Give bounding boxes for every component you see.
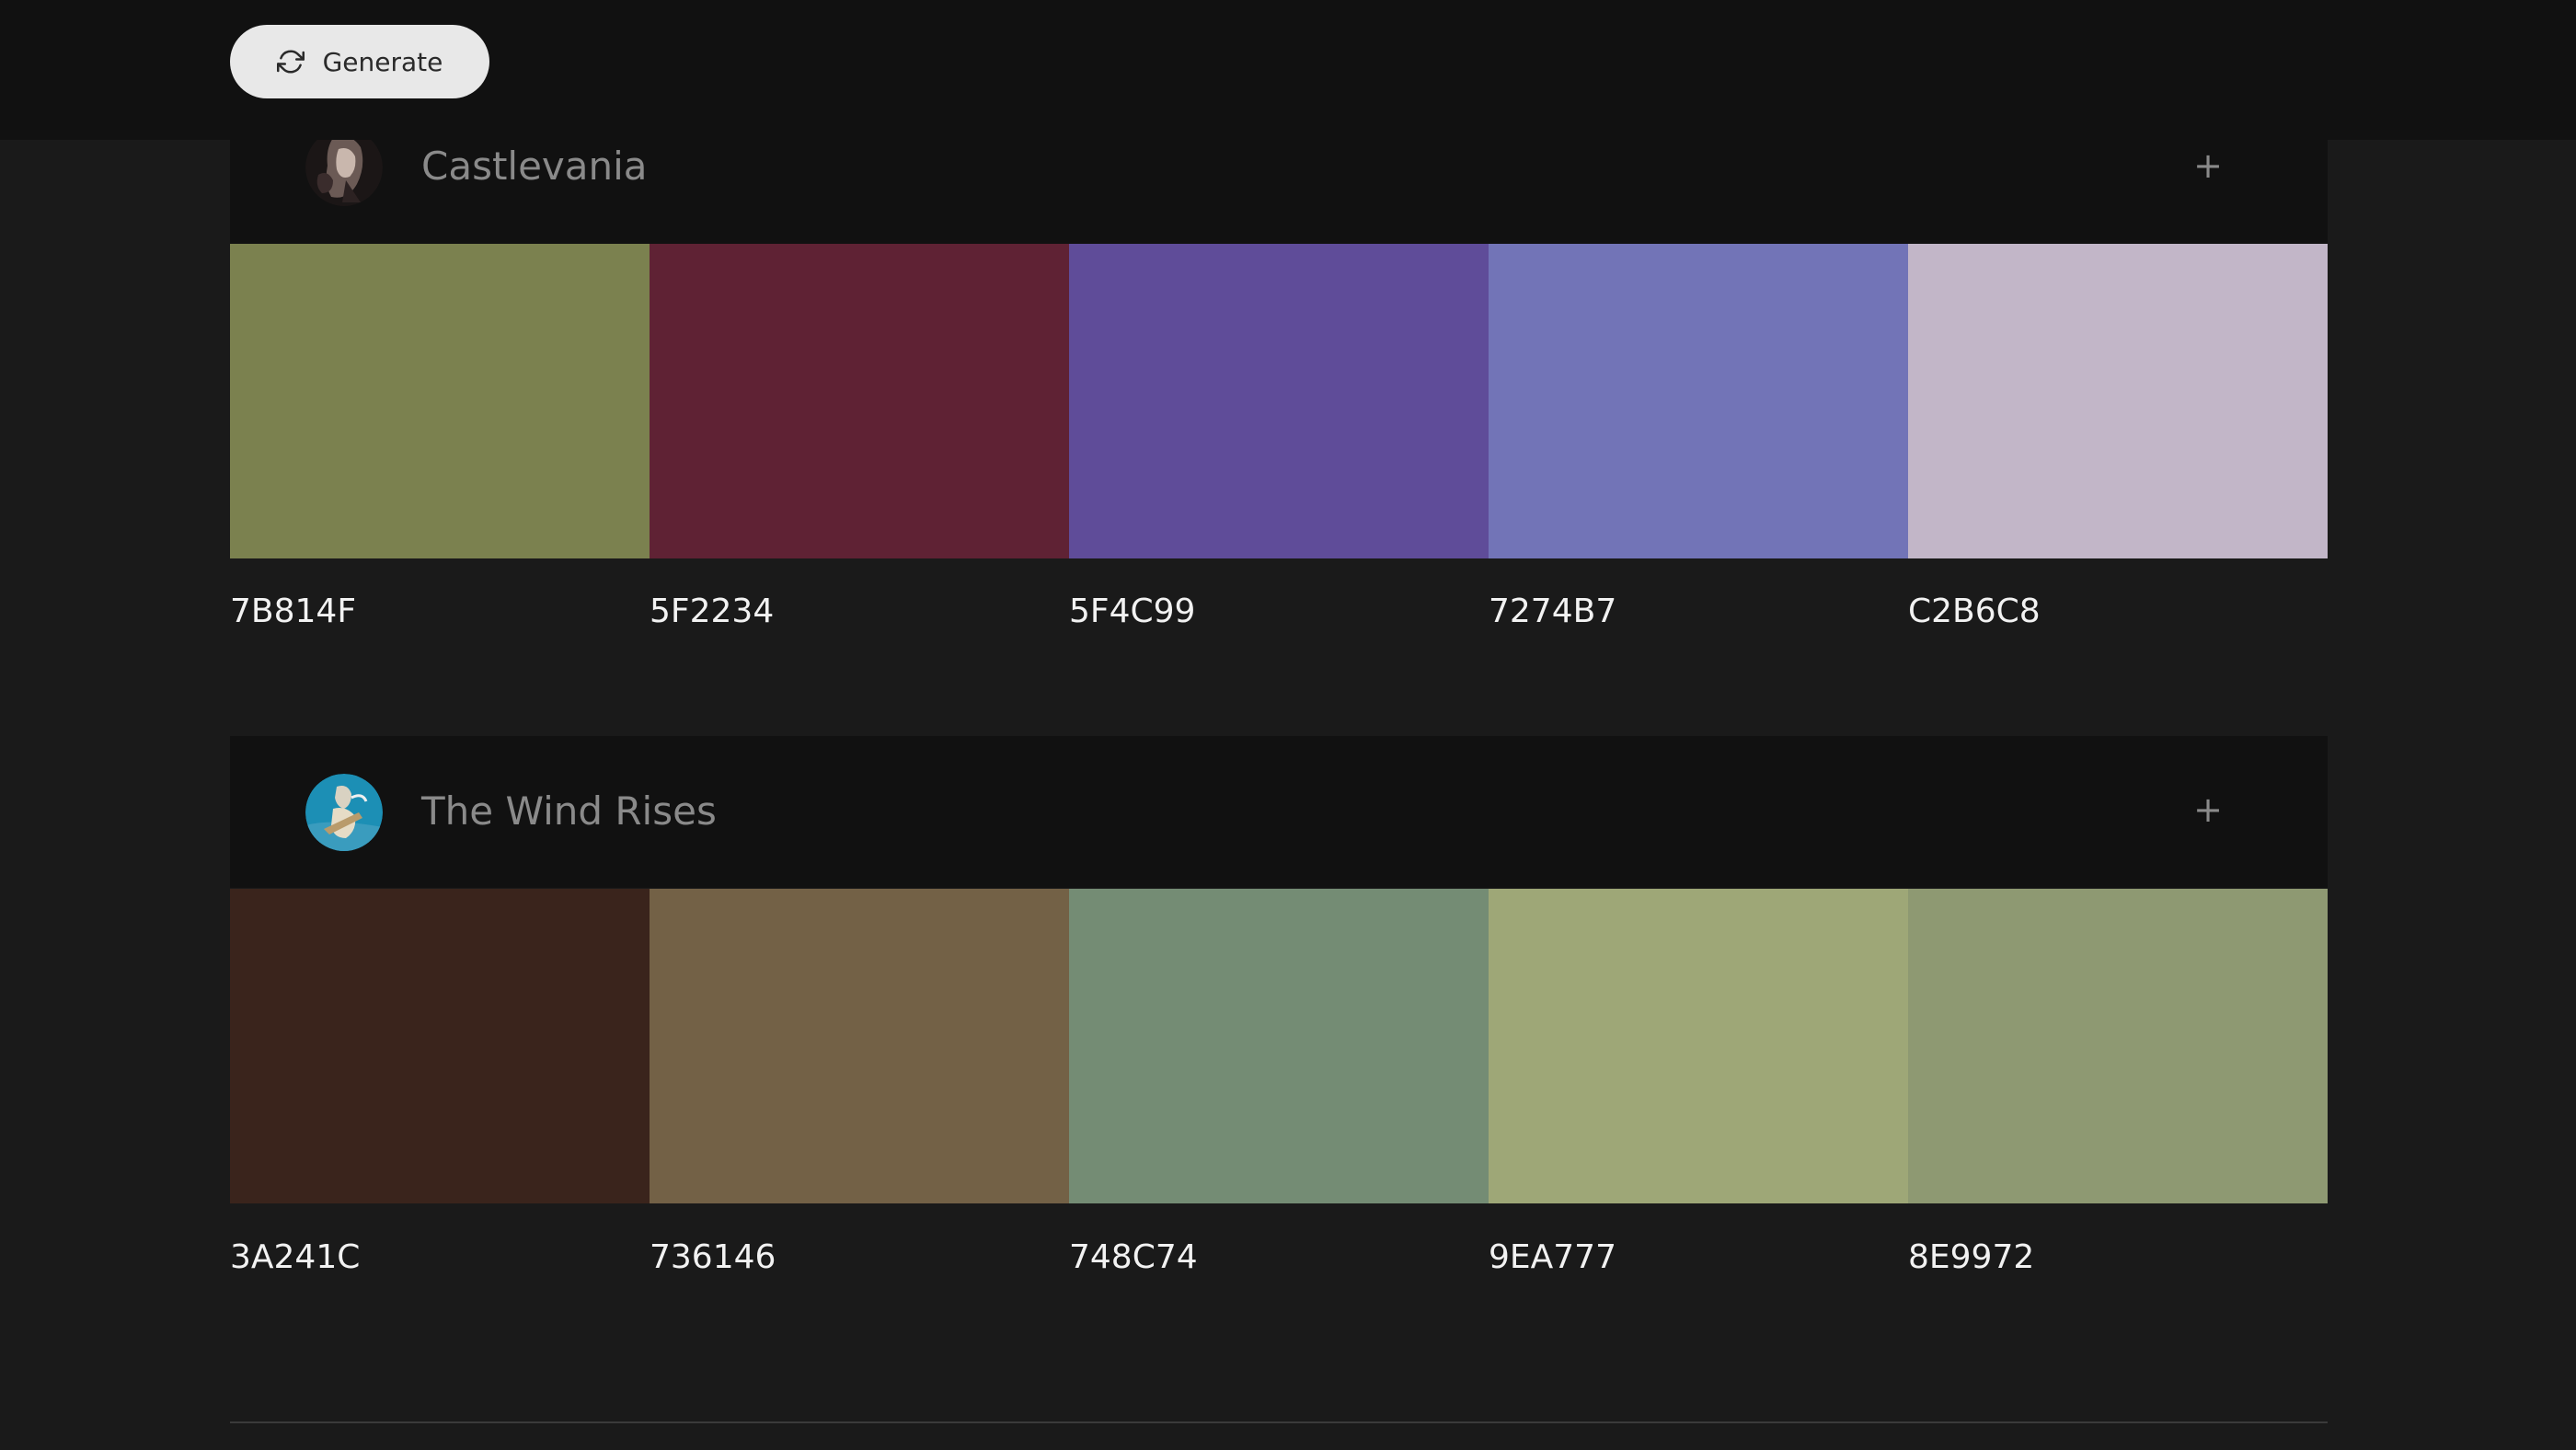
- color-swatch[interactable]: [1908, 889, 2328, 1203]
- page: Castlevania + 7B814F 5F2234 5F4C99 7274B…: [0, 0, 2576, 1450]
- color-swatch[interactable]: [230, 244, 650, 558]
- top-bar: Generate: [0, 0, 2576, 140]
- refresh-icon: [276, 48, 305, 75]
- color-swatch[interactable]: [1069, 889, 1489, 1203]
- color-swatch[interactable]: [1069, 244, 1489, 558]
- hex-label-row-the-wind-rises: 3A241C 736146 748C74 9EA777 8E9972: [230, 1238, 2328, 1284]
- hex-code-label[interactable]: 7274B7: [1489, 593, 1908, 639]
- section-divider: [230, 1421, 2328, 1423]
- avatar-castlevania: [305, 129, 383, 206]
- hex-code-label[interactable]: C2B6C8: [1908, 593, 2328, 639]
- hex-code-label[interactable]: 3A241C: [230, 1238, 650, 1284]
- color-swatch[interactable]: [650, 889, 1069, 1203]
- swatch-row-the-wind-rises: [230, 889, 2328, 1203]
- color-swatch[interactable]: [1908, 244, 2328, 558]
- color-swatch[interactable]: [230, 889, 650, 1203]
- avatar-the-wind-rises: [305, 774, 383, 851]
- palette-title: The Wind Rises: [421, 788, 717, 834]
- hex-code-label[interactable]: 748C74: [1069, 1238, 1489, 1284]
- generate-button-label: Generate: [322, 46, 443, 77]
- hex-code-label[interactable]: 5F2234: [650, 593, 1069, 639]
- hex-label-row-castlevania: 7B814F 5F2234 5F4C99 7274B7 C2B6C8: [230, 593, 2328, 639]
- add-palette-button[interactable]: +: [2190, 145, 2226, 186]
- color-swatch[interactable]: [1489, 889, 1908, 1203]
- palette-card-header-the-wind-rises: The Wind Rises +: [230, 736, 2328, 888]
- palette-title: Castlevania: [421, 144, 648, 189]
- hex-code-label[interactable]: 5F4C99: [1069, 593, 1489, 639]
- generate-button[interactable]: Generate: [230, 25, 489, 98]
- add-palette-button[interactable]: +: [2190, 789, 2226, 830]
- color-swatch[interactable]: [1489, 244, 1908, 558]
- color-swatch[interactable]: [650, 244, 1069, 558]
- hex-code-label[interactable]: 9EA777: [1489, 1238, 1908, 1284]
- swatch-row-castlevania: [230, 244, 2328, 558]
- hex-code-label[interactable]: 7B814F: [230, 593, 650, 639]
- hex-code-label[interactable]: 736146: [650, 1238, 1069, 1284]
- hex-code-label[interactable]: 8E9972: [1908, 1238, 2328, 1284]
